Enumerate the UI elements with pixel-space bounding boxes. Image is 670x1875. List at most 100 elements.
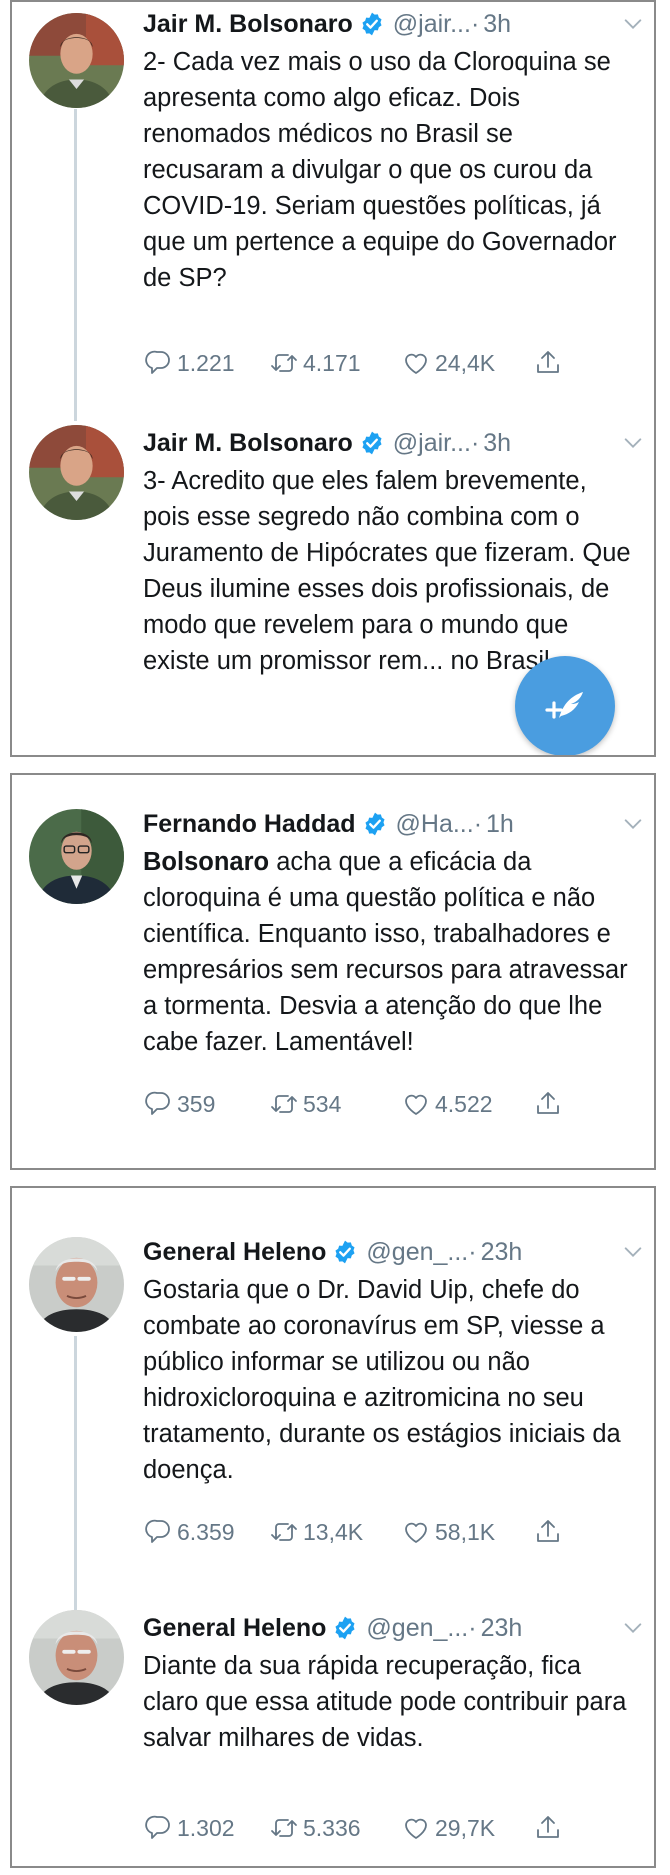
tweet-time[interactable]: 23h	[481, 1614, 523, 1643]
author-handle[interactable]: @jair...	[393, 10, 471, 39]
tweet-header: General Heleno @gen_... · 23h	[143, 1608, 644, 1648]
avatar[interactable]	[29, 13, 124, 108]
dot-separator: ·	[470, 9, 480, 38]
reply-button[interactable]: 359	[143, 1086, 215, 1122]
reply-icon	[145, 1091, 170, 1115]
retweet-button[interactable]: 5.336	[269, 1810, 361, 1846]
avatar[interactable]	[29, 1237, 124, 1332]
like-count: 58,1K	[435, 1518, 496, 1545]
verified-badge-icon	[361, 430, 383, 456]
reply-button[interactable]: 6.359	[143, 1514, 235, 1550]
retweet-count: 4.171	[303, 349, 361, 376]
like-count: 24,4K	[435, 349, 496, 376]
retweet-count: 534	[303, 1090, 342, 1117]
verified-badge-icon	[363, 811, 386, 837]
author-name[interactable]: Jair M. Bolsonaro	[143, 10, 353, 39]
tweet-actions: 359 534 4.522	[143, 1086, 583, 1122]
verified-badge-icon	[334, 1615, 357, 1641]
tweet-actions: 6.359 13,4K 58,1K	[143, 1514, 583, 1550]
retweet-icon	[271, 1095, 297, 1113]
reply-button[interactable]: 1.221	[143, 345, 235, 381]
tweet-header: Jair M. Bolsonaro @jair... · 3h	[143, 423, 644, 463]
heart-icon	[405, 1522, 427, 1543]
heart-icon	[405, 1094, 427, 1115]
tweet-text: 2- Cada vez mais o uso da Cloroquina se …	[143, 48, 617, 292]
verified-badge-icon	[334, 1239, 357, 1265]
like-button[interactable]: 29,7K	[401, 1810, 495, 1846]
dot-separator: ·	[473, 809, 483, 838]
tweet-time[interactable]: 23h	[481, 1238, 523, 1267]
tweet-text: 3- Acredito que eles falem brevemente, p…	[143, 467, 631, 675]
tweet-actions: 1.221 4.171 24,4K	[143, 345, 583, 381]
avatar[interactable]	[29, 425, 124, 520]
compose-tweet-button[interactable]	[515, 656, 615, 755]
retweet-button[interactable]: 4.171	[269, 345, 361, 381]
author-handle[interactable]: @jair...	[393, 429, 471, 458]
tweet-header: Jair M. Bolsonaro @jair... · 3h	[143, 4, 644, 44]
like-button[interactable]: 24,4K	[401, 345, 495, 381]
compose-tweet-icon	[545, 690, 585, 720]
like-count: 29,7K	[435, 1814, 496, 1841]
tweet-panel-3: General Heleno @gen_... · 23h Gostaria q…	[10, 1186, 656, 1868]
dot-separator: ·	[468, 1237, 477, 1266]
tweet-text: Gostaria que o Dr. David Uip, chefe do c…	[143, 1276, 621, 1484]
author-name[interactable]: General Heleno	[143, 1238, 326, 1267]
reply-icon	[145, 1519, 170, 1543]
share-button[interactable]	[533, 1810, 567, 1846]
retweet-button[interactable]: 13,4K	[269, 1514, 363, 1550]
reply-count: 6.359	[177, 1518, 235, 1545]
share-button[interactable]	[533, 1514, 567, 1550]
reply-icon	[145, 1815, 170, 1839]
share-button[interactable]	[533, 345, 567, 381]
share-icon	[537, 1520, 559, 1542]
like-button[interactable]: 4.522	[401, 1086, 493, 1122]
share-icon	[537, 1816, 559, 1838]
reply-button[interactable]: 1.302	[143, 1810, 235, 1846]
verified-badge-icon	[361, 11, 383, 37]
author-name[interactable]: Jair M. Bolsonaro	[143, 429, 353, 458]
tweet-text: Bolsonaro acha que a eficácia da cloroqu…	[143, 844, 633, 1060]
dot-separator: ·	[470, 428, 480, 457]
author-handle[interactable]: @gen_...	[366, 1614, 468, 1643]
tweet-panel-1: Jair M. Bolsonaro @jair... · 3h 2- Cada …	[10, 0, 656, 757]
retweet-count: 13,4K	[303, 1518, 364, 1545]
share-icon	[537, 351, 559, 373]
chevron-down-icon[interactable]	[622, 813, 644, 835]
tweet-text: Diante da sua rápida recuperação, fica c…	[143, 1652, 627, 1752]
author-name[interactable]: Fernando Haddad	[143, 810, 356, 839]
reply-count: 1.302	[177, 1814, 235, 1841]
tweet[interactable]: General Heleno @gen_... · 23h Gostaria q…	[12, 1230, 654, 1605]
tweet[interactable]: General Heleno @gen_... · 23h Diante da …	[12, 1606, 654, 1866]
retweet-count: 5.336	[303, 1814, 361, 1841]
chevron-down-icon[interactable]	[622, 13, 644, 35]
dot-separator: ·	[468, 1613, 477, 1642]
chevron-down-icon[interactable]	[622, 432, 644, 454]
share-button[interactable]	[533, 1086, 567, 1122]
author-name[interactable]: General Heleno	[143, 1614, 326, 1643]
share-icon	[537, 1092, 559, 1114]
tweet-time[interactable]: 1h	[486, 810, 514, 839]
author-handle[interactable]: @gen_...	[366, 1238, 468, 1267]
tweet-header: Fernando Haddad @Ha... · 1h	[143, 804, 644, 844]
tweet-time[interactable]: 3h	[483, 429, 511, 458]
retweet-icon	[271, 354, 297, 372]
like-button[interactable]: 58,1K	[401, 1514, 495, 1550]
chevron-down-icon[interactable]	[622, 1241, 644, 1263]
heart-icon	[405, 353, 427, 374]
reply-count: 1.221	[177, 349, 235, 376]
reply-count: 359	[177, 1090, 216, 1117]
mention-link[interactable]: Bolsonaro	[143, 848, 269, 876]
chevron-down-icon[interactable]	[622, 1617, 644, 1639]
avatar[interactable]	[29, 1610, 124, 1705]
author-handle[interactable]: @Ha...	[396, 810, 474, 839]
tweet[interactable]: Jair M. Bolsonaro @jair... · 3h 2- Cada …	[12, 2, 654, 417]
like-count: 4.522	[435, 1090, 493, 1117]
tweet[interactable]: Fernando Haddad @Ha... · 1h Bolsonaro ac…	[12, 802, 654, 1162]
tweet-actions: 1.302 5.336 29,7K	[143, 1810, 583, 1846]
tweet-time[interactable]: 3h	[483, 10, 511, 39]
avatar[interactable]	[29, 809, 124, 904]
retweet-button[interactable]: 534	[269, 1086, 341, 1122]
tweet-body: acha que a eficácia da cloroquina é uma …	[143, 848, 628, 1056]
tweet-panel-2: Fernando Haddad @Ha... · 1h Bolsonaro ac…	[10, 773, 656, 1170]
reply-icon	[145, 350, 170, 374]
